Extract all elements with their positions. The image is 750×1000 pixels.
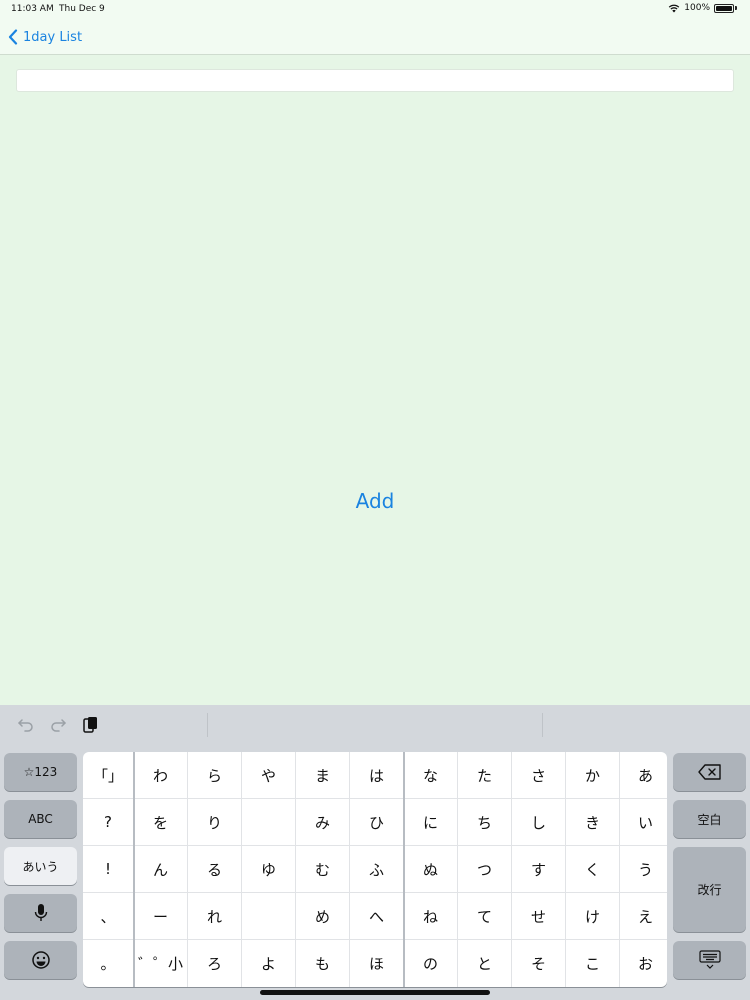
abc-key[interactable]: ABC [4, 800, 77, 838]
kana-key[interactable]: ゆ [242, 846, 296, 893]
symbols-key[interactable]: ☆123 [4, 753, 77, 791]
status-date: Thu Dec 9 [59, 4, 105, 14]
wifi-icon [669, 4, 680, 13]
kana-key[interactable]: け [566, 893, 620, 940]
toolbar-divider [542, 713, 543, 737]
kana-key[interactable]: ん [134, 846, 188, 893]
kana-key[interactable]: え [620, 893, 667, 940]
kana-key[interactable]: す [512, 846, 566, 893]
kana-key[interactable]: こ [566, 940, 620, 987]
kana-key[interactable]: 、 [83, 893, 134, 940]
kana-key[interactable]: ほ [350, 940, 404, 987]
kana-key[interactable]: ひ [350, 799, 404, 846]
japanese-kana-keyboard: ☆123 ABC あいう 「」わらやまはなたさかあ? をり みひにちしきい! んるゆむ… [0, 705, 750, 1000]
redo-icon[interactable] [49, 716, 67, 734]
delete-icon [697, 764, 721, 780]
battery-percent: 100% [684, 3, 710, 13]
kana-key[interactable]: た [458, 752, 512, 799]
kana-key[interactable]: り [188, 799, 242, 846]
kana-key[interactable]: る [188, 846, 242, 893]
kana-key[interactable]: そ [512, 940, 566, 987]
kana-key[interactable]: し [512, 799, 566, 846]
kana-key[interactable]: ち [458, 799, 512, 846]
kana-key[interactable]: も [296, 940, 350, 987]
kana-key[interactable]: ま [296, 752, 350, 799]
kana-key[interactable]: は [350, 752, 404, 799]
kana-key[interactable]: や [242, 752, 296, 799]
emoji-key[interactable] [4, 941, 77, 979]
kana-key[interactable]: の [404, 940, 458, 987]
item-text-field[interactable] [16, 69, 734, 92]
kana-key[interactable]: 「」 [83, 752, 134, 799]
kana-key[interactable]: つ [458, 846, 512, 893]
return-key[interactable]: 改行 [673, 847, 746, 932]
delete-key[interactable] [673, 753, 746, 791]
kana-key[interactable]: に [404, 799, 458, 846]
kana-key[interactable]: ふ [350, 846, 404, 893]
kana-key[interactable]: れ [188, 893, 242, 940]
kana-key[interactable]: へ [350, 893, 404, 940]
chevron-left-icon [8, 29, 18, 45]
status-bar: 11:03 AM Thu Dec 9 100% [0, 0, 750, 20]
kana-key[interactable]: ろ [188, 940, 242, 987]
kana-key[interactable]: き [566, 799, 620, 846]
emoji-icon [31, 951, 50, 969]
paste-icon[interactable] [82, 716, 100, 734]
kana-key[interactable]: て [458, 893, 512, 940]
kana-key[interactable]: 。 [83, 940, 134, 987]
kana-key[interactable] [242, 893, 296, 940]
add-button[interactable]: Add [325, 484, 425, 518]
battery-icon [714, 3, 734, 13]
keyboard-toolbar [0, 705, 750, 745]
kana-column-separator [403, 752, 405, 987]
kana-key[interactable]: む [296, 846, 350, 893]
kana-key[interactable]: な [404, 752, 458, 799]
kana-key[interactable]: ー [134, 893, 188, 940]
kana-key[interactable]: わ [134, 752, 188, 799]
dismiss-keyboard-key[interactable] [673, 941, 746, 979]
undo-icon[interactable] [17, 716, 35, 734]
kana-key[interactable]: ら [188, 752, 242, 799]
keyboard-dismiss-icon [698, 950, 721, 969]
kana-key[interactable] [242, 799, 296, 846]
kana-key[interactable]: め [296, 893, 350, 940]
kana-key[interactable]: さ [512, 752, 566, 799]
status-right: 100% [668, 3, 737, 13]
kana-key[interactable]: く [566, 846, 620, 893]
kana-key[interactable]: み [296, 799, 350, 846]
kana-key[interactable]: あいう [4, 847, 77, 885]
battery-cap [735, 6, 737, 10]
toolbar-divider [207, 713, 208, 737]
navigation-bar: 1day List [0, 20, 750, 55]
kana-key[interactable]: よ [242, 940, 296, 987]
space-key[interactable]: 空白 [673, 800, 746, 838]
kana-key[interactable]: あ [620, 752, 667, 799]
back-button[interactable]: 1day List [8, 26, 82, 48]
microphone-key[interactable] [4, 894, 77, 932]
kana-key[interactable]: う [620, 846, 667, 893]
kana-column-separator [133, 752, 135, 987]
back-button-label: 1day List [23, 29, 83, 45]
kana-key[interactable]: と [458, 940, 512, 987]
home-indicator [260, 990, 490, 995]
kana-key[interactable]: か [566, 752, 620, 799]
kana-key[interactable]: ゛゜小 [134, 940, 188, 987]
kana-key[interactable]: ぬ [404, 846, 458, 893]
microphone-icon [34, 904, 47, 921]
kana-key[interactable]: ね [404, 893, 458, 940]
kana-key[interactable]: を [134, 799, 188, 846]
kana-key[interactable]: ! [83, 846, 134, 893]
kana-key[interactable]: い [620, 799, 667, 846]
kana-key[interactable]: お [620, 940, 667, 987]
kana-key[interactable]: せ [512, 893, 566, 940]
status-time: 11:03 AM [11, 4, 54, 14]
kana-key[interactable]: ? [83, 799, 134, 846]
kana-grid: 「」わらやまはなたさかあ? をり みひにちしきい! んるゆむふぬつすくう、ーれ めへねて… [83, 752, 667, 987]
